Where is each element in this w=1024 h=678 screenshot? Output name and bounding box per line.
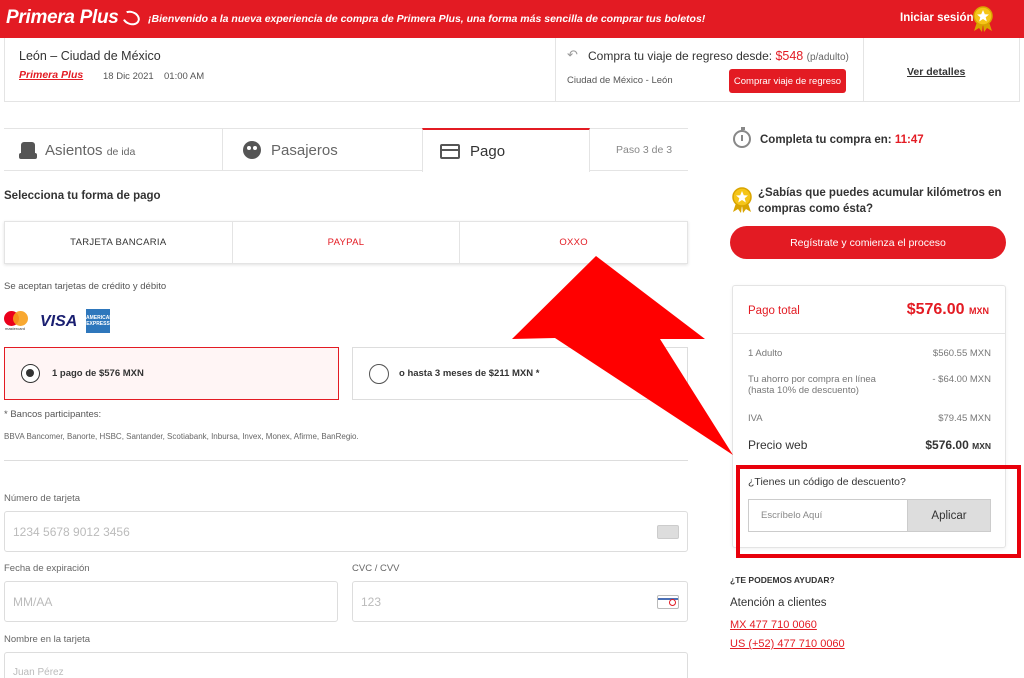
phone-link-us[interactable]: US (+52) 477 710 0060 [730,638,845,650]
swirl-icon [119,8,142,28]
phone-link-mx[interactable]: MX 477 710 0060 [730,619,817,631]
installment-option-single[interactable]: 1 pago de $576 MXN [4,347,339,400]
apply-discount-button[interactable]: Aplicar [907,499,991,532]
tab-payment[interactable]: Pago [422,128,590,172]
trip-summary-bar: León – Ciudad de México Primera Plus 18 … [4,38,1020,102]
payment-method-selector: TARJETA BANCARIA PAYPAL OXXO [4,221,688,264]
tab-label: Asientos de ida [45,141,136,159]
passengers-icon [243,141,261,159]
trip-date: 18 Dic 2021 [103,71,154,82]
return-route: Ciudad de México - León [567,75,673,86]
divider [4,460,688,461]
medal-icon [732,187,752,213]
visa-logo: VISA [40,313,78,330]
cvc-card-icon [657,595,679,609]
login-link[interactable]: Iniciar sesión [900,12,974,24]
cvc-label: CVC / CVV [352,563,400,574]
miles-promo: ¿Sabías que puedes acumular kilómetros e… [758,187,1002,215]
cardholder-name-input[interactable] [4,652,688,678]
summary-row-savings: Tu ahorro por compra en línea (hasta 10%… [748,374,991,396]
tab-label: Pasajeros [271,141,338,159]
trip-route: León – Ciudad de México [19,49,161,63]
help-title: ¿TE PODEMOS AYUDAR? [730,575,835,585]
top-bar: Primera Plus ¡Bienvenido a la nueva expe… [0,0,1024,38]
step-indicator: Paso 3 de 3 [616,144,673,156]
radio-selected[interactable] [21,364,40,383]
brand-name: Primera Plus [6,7,119,28]
return-label: Compra tu viaje de regreso desde: [588,49,773,63]
credit-card-icon [440,143,460,159]
method-oxxo[interactable]: OXXO [459,222,687,263]
discount-code-input[interactable] [748,499,908,532]
method-paypal[interactable]: PAYPAL [231,222,460,263]
checkout-steps: Asientos de ida Pasajeros Pago Paso 3 de… [4,128,688,172]
section-title: Selecciona tu forma de pago [4,190,161,202]
return-price: $548 [775,49,804,63]
medal-icon[interactable] [972,6,994,32]
trip-time: 01:00 AM [164,71,205,82]
tab-passengers[interactable]: Pasajeros [222,129,422,171]
banks-list: BBVA Bancomer, Banorte, HSBC, Santander,… [4,432,359,441]
summary-row-web-price: Precio web $576.00 MXN [748,438,991,452]
mastercard-caption: mastercard [5,326,26,331]
cards-note: Se aceptan tarjetas de crédito y débito [4,281,167,292]
summary-header: Pago total $576.00 MXN [733,286,1005,334]
purchase-timer: Completa tu compra en: 11:47 [760,134,924,146]
summary-total: $576.00 MXN [906,301,989,318]
buy-return-button[interactable]: Comprar viaje de regreso [729,69,846,93]
welcome-message: ¡Bienvenido a la nueva experiencia de co… [148,13,706,25]
register-button[interactable]: Regístrate y comienza el proceso [730,226,1006,259]
card-icon [657,525,679,539]
timer-value: 11:47 [894,134,924,146]
mastercard-logo: mastercard [4,311,32,331]
summary-title: Pago total [748,305,800,317]
brand-logo[interactable]: Primera Plus [6,7,142,29]
installment-option-months[interactable]: o hasta 3 meses de $211 MXN * [352,347,688,400]
tab-label: Pago [470,142,506,160]
return-unit: (p/adulto) [806,52,849,63]
card-number-label: Número de tarjeta [4,493,81,504]
carrier-logo: Primera Plus [19,69,84,81]
return-offer: Compra tu viaje de regreso desde: $548 (… [588,49,849,63]
summary-row-tax: IVA $79.45 MXN [748,413,991,424]
stopwatch-icon [733,127,751,148]
banks-title: * Bancos participantes: [4,409,102,420]
card-number-input[interactable] [4,511,688,552]
details-link[interactable]: Ver detalles [907,66,965,78]
option-label: 1 pago de $576 MXN [52,368,144,379]
amex-logo: AMERICAN EXPRESS [86,309,113,333]
method-card[interactable]: TARJETA BANCARIA [5,222,232,263]
option-label: o hasta 3 meses de $211 MXN * [399,368,540,379]
expiry-label: Fecha de expiración [4,563,90,574]
return-arrow-icon: ↶ [567,47,578,62]
divider [555,38,556,102]
summary-row-adult: 1 Adulto $560.55 MXN [748,348,991,359]
tab-seats[interactable]: Asientos de ida [4,129,222,171]
radio-unselected[interactable] [369,363,389,384]
divider [863,38,864,102]
seat-icon [19,141,37,159]
expiry-input[interactable] [4,581,338,622]
discount-label: ¿Tienes un código de descuento? [748,476,906,488]
help-subtitle: Atención a clientes [730,597,827,609]
name-label: Nombre en la tarjeta [4,634,91,645]
cvc-input[interactable] [352,581,688,622]
